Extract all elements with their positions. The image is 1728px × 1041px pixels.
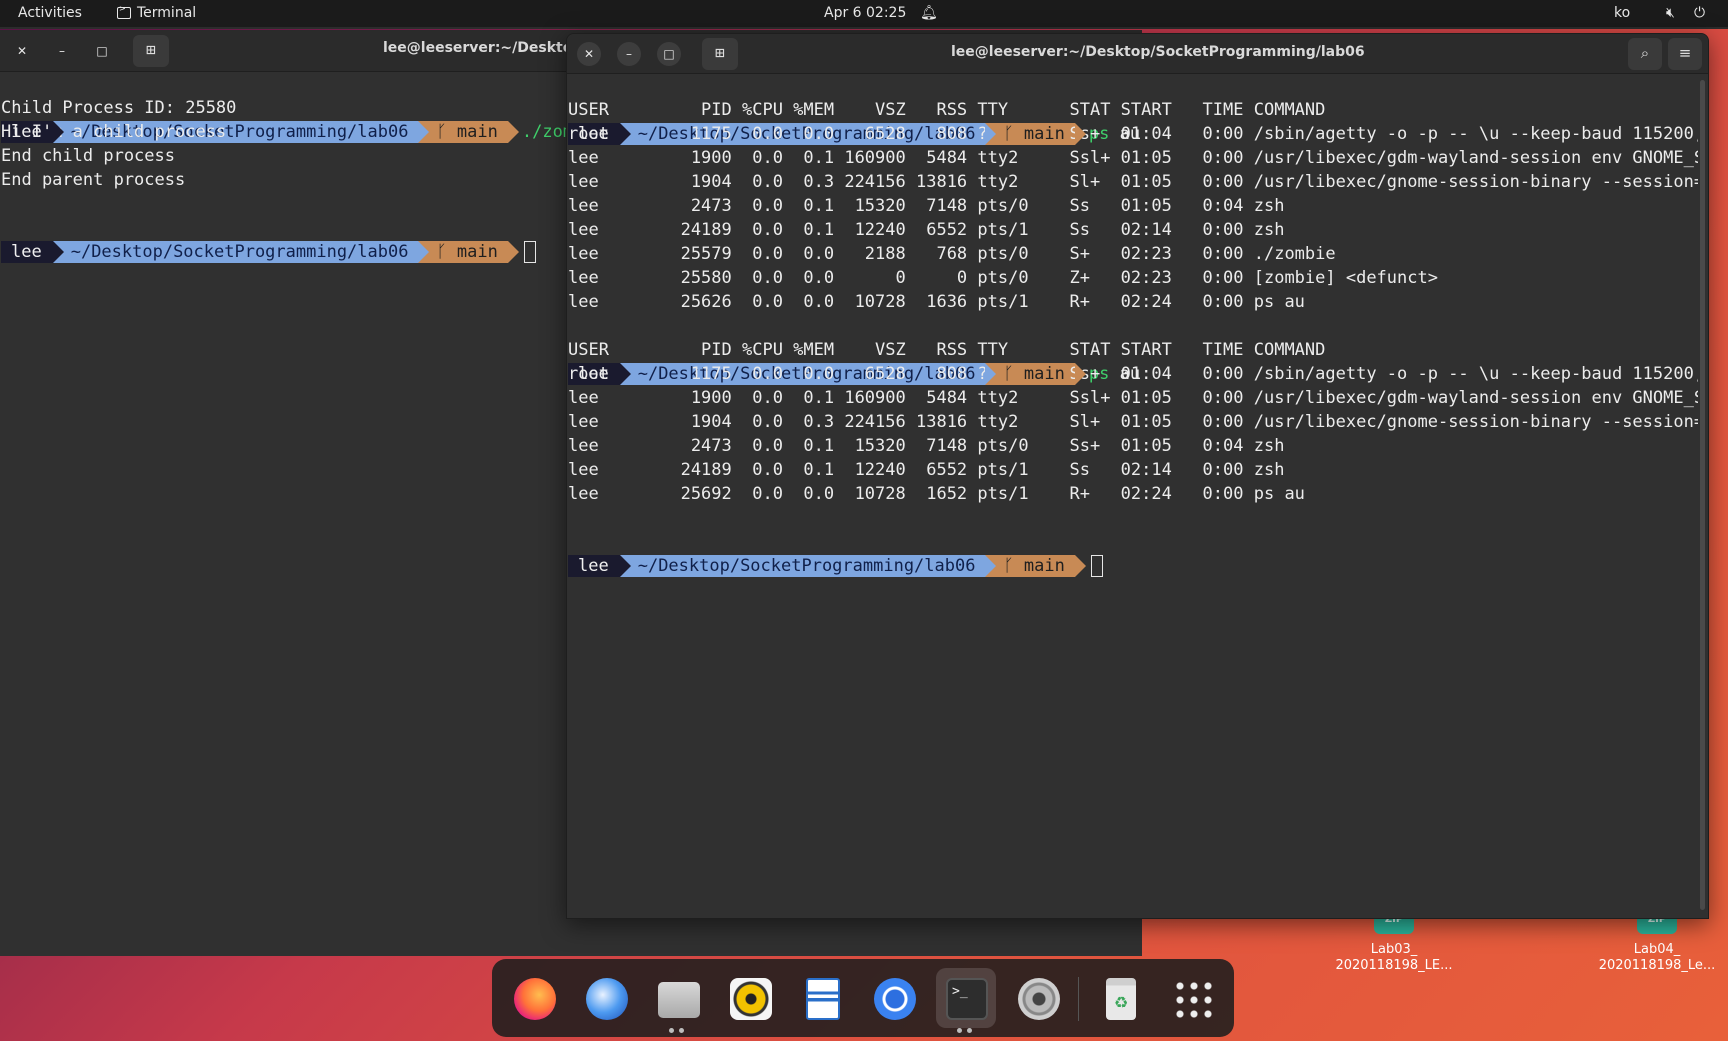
branch-name: main [1023, 556, 1065, 576]
ps-row: lee 2473 0.0 0.1 15320 7148 pts/0 Ss+ 01… [568, 436, 1285, 456]
branch-icon: ᚴ [1003, 556, 1024, 576]
text-cursor [523, 241, 536, 263]
new-tab-icon[interactable]: ⊞ [702, 38, 738, 70]
input-language-indicator[interactable]: ko [1614, 5, 1630, 21]
text-cursor [1090, 555, 1103, 577]
dock-chromium[interactable] [864, 968, 924, 1028]
ps-row: lee 1904 0.0 0.3 224156 13816 tty2 Sl+ 0… [568, 172, 1698, 192]
dock-terminal[interactable]: >_ [936, 968, 996, 1033]
running-indicator [679, 1028, 684, 1033]
dock-show-apps[interactable] [1162, 968, 1222, 1028]
hamburger-menu-icon[interactable]: ≡ [1668, 38, 1702, 70]
prompt-line: lee ~/Desktop/SocketProgramming/lab06 ᚴ … [568, 74, 1698, 145]
bell-icon[interactable]: 🔔︎ [920, 5, 938, 21]
running-indicator [669, 1028, 674, 1033]
window-titlebar[interactable]: ✕ – □ ⊞ lee@leeserver:~/Desktop/SocketPr… [567, 34, 1708, 74]
writer-icon [806, 978, 840, 1020]
close-icon[interactable]: ✕ [10, 39, 34, 63]
desktop-file-name-line1: Lab03_ [1370, 942, 1418, 957]
window-title: lee@leeserver:~/Desktop [383, 40, 583, 56]
dock-rhythmbox[interactable] [720, 968, 780, 1028]
ps-row: lee 24189 0.0 0.1 12240 6552 pts/1 Ss 02… [568, 460, 1285, 480]
running-indicator [957, 1028, 962, 1033]
app-menu[interactable]: Terminal [117, 4, 197, 21]
maximize-icon[interactable]: □ [90, 39, 114, 63]
trash-icon: ♻ [1106, 978, 1136, 1020]
close-icon[interactable]: ✕ [577, 42, 601, 66]
dock-trash[interactable]: ♻ [1090, 968, 1150, 1028]
ps-row: lee 25579 0.0 0.0 2188 768 pts/0 S+ 02:2… [568, 244, 1336, 264]
ps-row: lee 1900 0.0 0.1 160900 5484 tty2 Ssl+ 0… [568, 148, 1698, 168]
activities-button[interactable]: Activities [18, 5, 82, 21]
ps-row: root 1175 0.0 0.0 6528 808 ? Ss+ 01:04 0… [568, 124, 1698, 144]
thunderbird-icon [586, 978, 628, 1020]
scrollbar[interactable] [1700, 80, 1705, 910]
search-icon[interactable]: ⌕ [1628, 38, 1662, 70]
dock-settings[interactable] [1008, 968, 1068, 1028]
clock[interactable]: Apr 6 02:25 [824, 5, 906, 21]
new-tab-icon[interactable]: ⊞ [133, 35, 169, 67]
prompt-path: ~/Desktop/SocketProgramming/lab06 [619, 555, 997, 577]
prompt-line: lee ~/Desktop/SocketProgramming/lab06 ᚴ … [568, 506, 1698, 577]
firefox-icon [514, 978, 556, 1020]
branch-name: main [456, 242, 498, 262]
branch-icon: ᚴ [436, 242, 457, 262]
dock-separator [1078, 977, 1079, 1021]
prompt-git-branch: ᚴ main [418, 241, 520, 263]
desktop-file-name-line2: 2020118198_Le... [1598, 958, 1716, 973]
ps-row: lee 25692 0.0 0.0 10728 1652 pts/1 R+ 02… [568, 484, 1305, 504]
ps-row: lee 25626 0.0 0.0 10728 1636 pts/1 R+ 02… [568, 292, 1305, 312]
terminal-output[interactable]: lee ~/Desktop/SocketProgramming/lab06 ᚴ … [568, 74, 1698, 918]
top-bar: Activities Terminal Apr 6 02:25 🔔︎ ko 🔇︎… [0, 0, 1728, 27]
ps-row: lee 24189 0.0 0.1 12240 6552 pts/1 Ss 02… [568, 220, 1285, 240]
minimize-icon[interactable]: – [617, 42, 641, 66]
rhythmbox-icon [730, 978, 772, 1020]
ps-row: lee 1900 0.0 0.1 160900 5484 tty2 Ssl+ 0… [568, 388, 1698, 408]
desktop-file-lab04[interactable]: ZIP Lab04_ 2020118198_Le... [1592, 912, 1722, 974]
dock-files[interactable] [648, 968, 708, 1033]
ps-header: USER PID %CPU %MEM VSZ RSS TTY STAT STAR… [568, 100, 1326, 120]
terminal-icon [117, 4, 131, 19]
prompt-line: lee ~/Desktop/SocketProgramming/lab06 ᚴ … [568, 314, 1698, 385]
window-title: lee@leeserver:~/Desktop/SocketProgrammin… [951, 44, 1365, 60]
dock-firefox[interactable] [504, 968, 564, 1028]
running-indicator [967, 1028, 972, 1033]
ps-row: lee 1904 0.0 0.3 224156 13816 tty2 Sl+ 0… [568, 412, 1698, 432]
desktop-file-name-line2: 2020118198_LE... [1335, 958, 1453, 973]
app-grid-icon [1173, 979, 1213, 1019]
chromium-icon [874, 978, 916, 1020]
prompt-path: ~/Desktop/SocketProgramming/lab06 [52, 241, 430, 263]
ps-row: lee 25580 0.0 0.0 0 0 pts/0 Z+ 02:23 0:0… [568, 268, 1438, 288]
ps-row: lee 2473 0.0 0.1 15320 7148 pts/0 Ss 01:… [568, 196, 1285, 216]
terminal-window-front[interactable]: ✕ – □ ⊞ lee@leeserver:~/Desktop/SocketPr… [566, 33, 1709, 919]
dock: >_ ♻ [492, 959, 1234, 1037]
dock-libreoffice-writer[interactable] [792, 968, 852, 1028]
prompt-user: lee [1, 241, 64, 263]
ps-row: root 1175 0.0 0.0 6528 808 ? Ss+ 01:04 0… [568, 364, 1698, 384]
prompt-git-branch: ᚴ main [985, 555, 1087, 577]
power-icon[interactable]: ⏻ [1694, 5, 1705, 21]
settings-icon [1018, 978, 1060, 1020]
desktop-file-lab03[interactable]: ZIP Lab03_ 2020118198_LE... [1329, 912, 1459, 974]
desktop-file-name-line1: Lab04_ [1633, 942, 1681, 957]
dock-thunderbird[interactable] [576, 968, 636, 1028]
minimize-icon[interactable]: – [50, 39, 74, 63]
files-icon [658, 982, 700, 1018]
volume-muted-icon[interactable]: 🔇︎ [1666, 5, 1675, 21]
maximize-icon[interactable]: □ [657, 42, 681, 66]
terminal-icon: >_ [946, 978, 988, 1020]
app-menu-label: Terminal [137, 5, 197, 21]
ps-header: USER PID %CPU %MEM VSZ RSS TTY STAT STAR… [568, 340, 1326, 360]
prompt-user: lee [568, 555, 631, 577]
